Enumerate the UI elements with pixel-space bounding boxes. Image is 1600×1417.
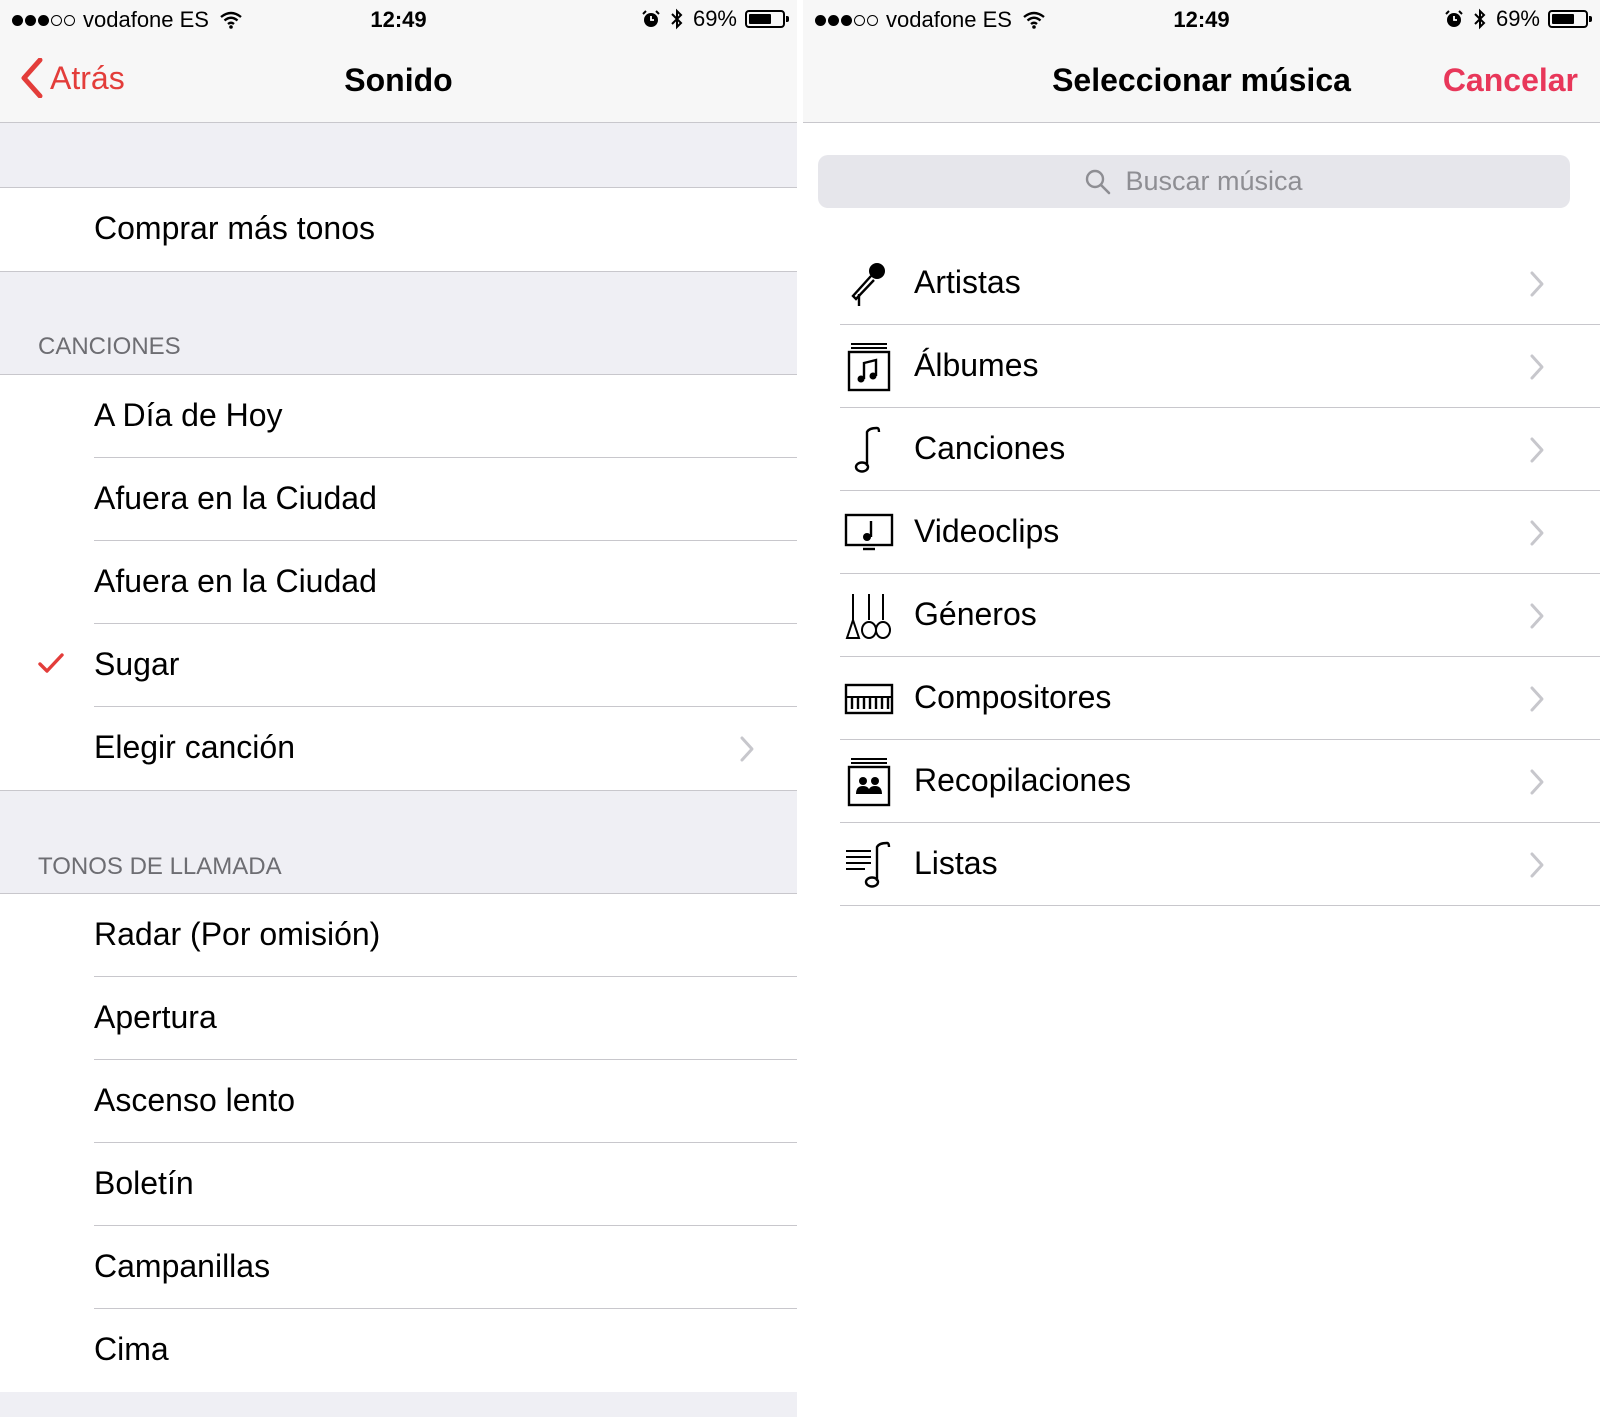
page-title: Sonido	[344, 62, 453, 98]
playlist-icon	[846, 841, 891, 888]
battery-percent: 69%	[1495, 6, 1540, 31]
checkmark-icon	[38, 653, 64, 673]
chevron-right-icon	[1530, 686, 1544, 712]
song-label: Afuera en la Ciudad	[94, 480, 377, 516]
chevron-right-icon	[1530, 603, 1544, 629]
store-group: Comprar más tonos	[0, 187, 797, 272]
piano-icon	[844, 683, 894, 715]
ringtones-group: Radar (Por omisión) Apertura Ascenso len…	[0, 893, 797, 1392]
sound-settings-screen: vodafone ES 12:49 69% Atrás Sonido Compr…	[0, 0, 797, 1417]
alarm-icon	[642, 10, 660, 27]
song-row[interactable]: Afuera en la Ciudad	[0, 541, 797, 624]
ringtone-row[interactable]: Apertura	[0, 977, 797, 1060]
music-note-icon	[854, 426, 881, 473]
battery-icon	[745, 10, 789, 28]
battery-percent: 69%	[692, 6, 737, 31]
ringtone-row[interactable]: Campanillas	[0, 1226, 797, 1309]
category-label: Artistas	[914, 264, 1021, 300]
category-row-genres[interactable]: Géneros	[803, 574, 1600, 657]
chevron-right-icon	[1530, 437, 1544, 463]
chevron-right-icon	[1530, 354, 1544, 380]
navigation-bar: Atrás Sonido	[0, 40, 797, 123]
buy-more-tones-row[interactable]: Comprar más tonos	[0, 188, 797, 271]
chevron-right-icon	[740, 736, 754, 762]
song-label: Elegir canción	[94, 729, 295, 765]
ringtone-label: Ascenso lento	[94, 1082, 296, 1118]
alarm-icon	[1445, 10, 1463, 27]
category-row-composers[interactable]: Compositores	[803, 657, 1600, 740]
battery-icon	[1548, 10, 1592, 28]
song-label: Sugar	[94, 646, 180, 682]
song-row[interactable]: A Día de Hoy	[0, 375, 797, 458]
cancel-button[interactable]: Cancelar	[1443, 62, 1578, 99]
ringtone-row[interactable]: Ascenso lento	[0, 1060, 797, 1143]
category-label: Videoclips	[914, 513, 1060, 549]
bluetooth-icon	[671, 8, 683, 30]
ringtone-row[interactable]: Radar (Por omisión)	[0, 894, 797, 977]
microphone-icon	[851, 263, 885, 306]
search-field[interactable]: Buscar música	[818, 155, 1570, 208]
ringtone-label: Radar (Por omisión)	[94, 916, 381, 952]
choose-song-row[interactable]: Elegir canción	[0, 707, 797, 790]
ringtone-label: Campanillas	[94, 1248, 271, 1284]
video-icon	[844, 513, 894, 551]
ringtone-label: Cima	[94, 1331, 169, 1367]
album-icon	[847, 343, 891, 392]
ringtone-row[interactable]: Boletín	[0, 1143, 797, 1226]
category-label: Canciones	[914, 430, 1066, 466]
song-row[interactable]: Afuera en la Ciudad	[0, 458, 797, 541]
ringtone-label: Boletín	[94, 1165, 194, 1201]
song-label: Afuera en la Ciudad	[94, 563, 377, 599]
category-label: Géneros	[914, 596, 1037, 632]
row-label: Comprar más tonos	[94, 210, 375, 246]
ringtones-section-header: TONOS DE LLAMADA	[38, 853, 282, 880]
category-label: Compositores	[914, 679, 1112, 715]
songs-section-header: CANCIONES	[38, 333, 181, 360]
bluetooth-icon	[1474, 8, 1486, 30]
category-row-artists[interactable]: Artistas	[803, 242, 1600, 325]
chevron-right-icon	[1530, 852, 1544, 878]
category-row-songs[interactable]: Canciones	[803, 408, 1600, 491]
status-bar: vodafone ES 12:49 69%	[0, 0, 797, 40]
category-label: Álbumes	[914, 347, 1039, 383]
category-row-playlists[interactable]: Listas	[803, 823, 1600, 906]
compilation-icon	[847, 758, 891, 807]
category-label: Recopilaciones	[914, 762, 1132, 798]
category-row-compilations[interactable]: Recopilaciones	[803, 740, 1600, 823]
songs-group: A Día de Hoy Afuera en la Ciudad Afuera …	[0, 374, 797, 791]
ringtone-label: Apertura	[94, 999, 217, 1035]
chevron-right-icon	[1530, 520, 1544, 546]
select-music-screen: vodafone ES 12:49 69% Seleccionar música…	[803, 0, 1600, 1417]
instruments-icon	[845, 594, 891, 639]
category-row-albums[interactable]: Álbumes	[803, 325, 1600, 408]
search-icon	[1086, 169, 1111, 194]
chevron-right-icon	[1530, 769, 1544, 795]
chevron-right-icon	[1530, 271, 1544, 297]
navigation-bar: Seleccionar música Cancelar	[803, 40, 1600, 123]
ringtone-row[interactable]: Cima	[0, 1309, 797, 1392]
category-row-videoclips[interactable]: Videoclips	[803, 491, 1600, 574]
song-label: A Día de Hoy	[94, 397, 283, 433]
status-bar: vodafone ES 12:49 69%	[803, 0, 1600, 40]
category-label: Listas	[914, 845, 998, 881]
song-row-selected[interactable]: Sugar	[0, 624, 797, 707]
search-placeholder: Buscar música	[1125, 166, 1303, 196]
